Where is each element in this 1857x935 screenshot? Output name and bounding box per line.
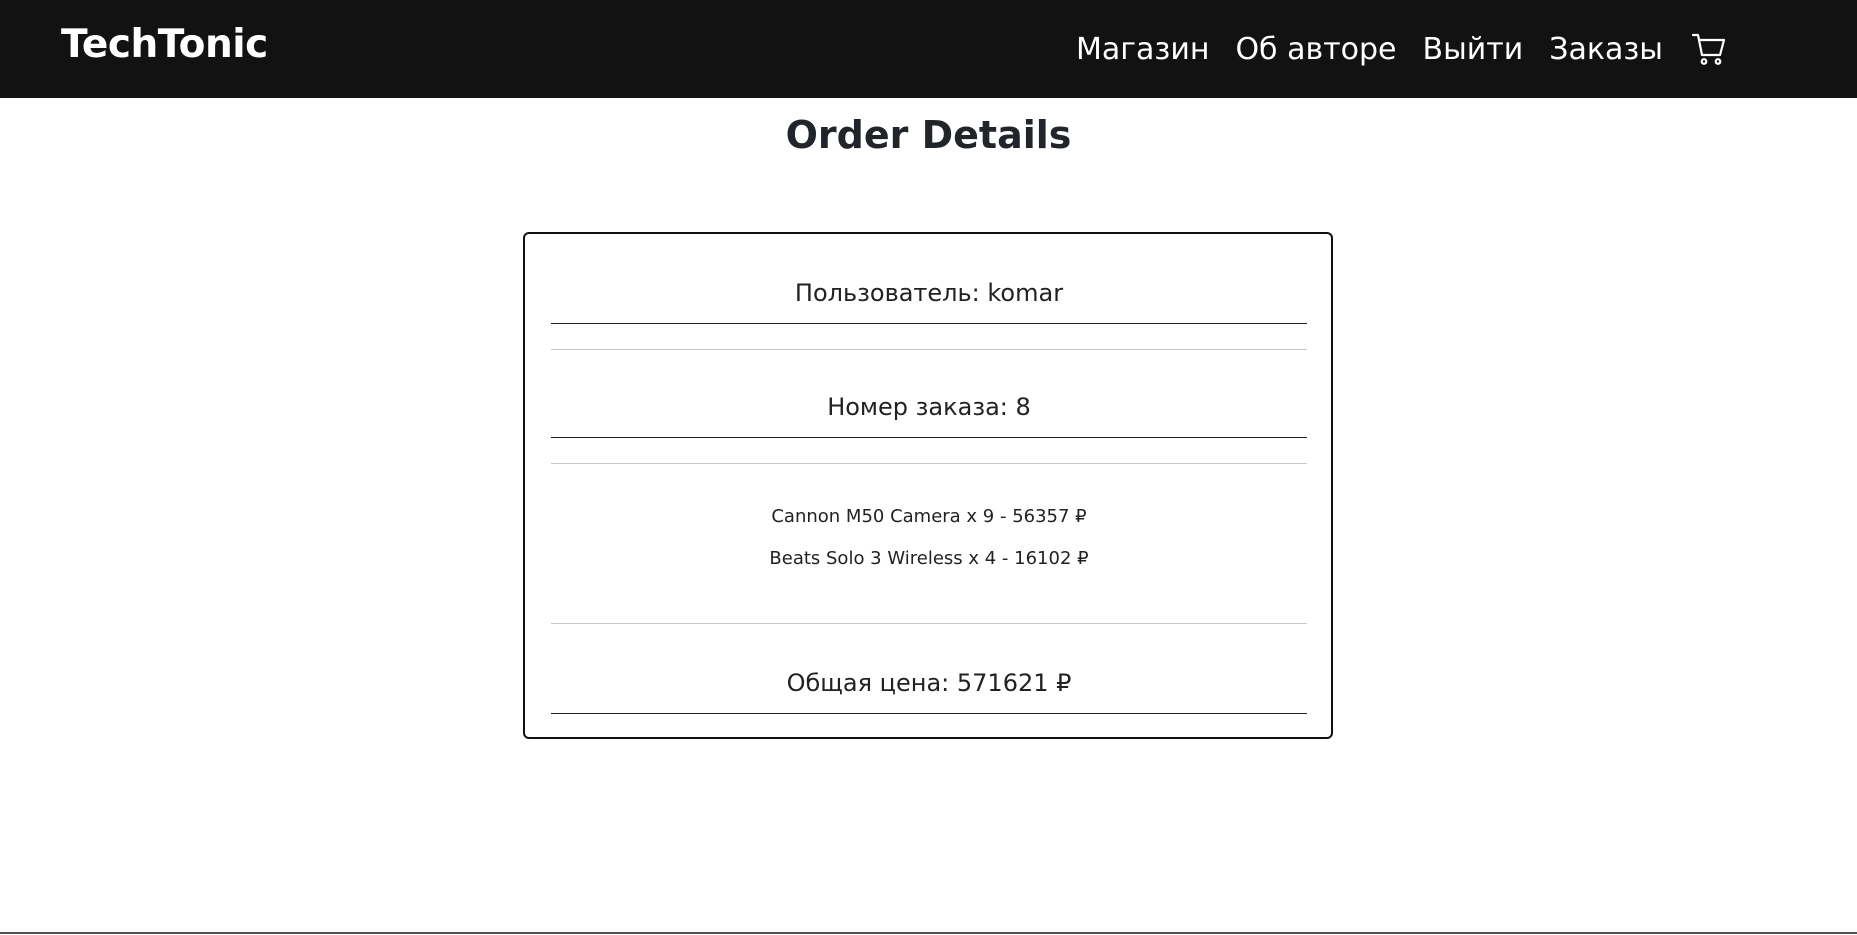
order-user: Пользователь: komar bbox=[794, 279, 1064, 307]
divider bbox=[551, 713, 1307, 714]
nav-link-logout[interactable]: Выйти bbox=[1422, 32, 1523, 67]
order-item: Cannon M50 Camera x 9 - 56357 ₽ bbox=[771, 506, 1087, 527]
divider bbox=[551, 323, 1307, 324]
nav-link-about[interactable]: Об авторе bbox=[1235, 32, 1396, 67]
divider bbox=[551, 463, 1307, 464]
page-title: Order Details bbox=[785, 113, 1072, 157]
divider bbox=[551, 623, 1307, 624]
nav-link-orders[interactable]: Заказы bbox=[1549, 32, 1663, 67]
divider bbox=[551, 349, 1307, 350]
order-item: Beats Solo 3 Wireless x 4 - 16102 ₽ bbox=[769, 548, 1089, 569]
divider bbox=[551, 437, 1307, 438]
nav-links: Магазин Об авторе Выйти Заказы bbox=[1076, 0, 1727, 98]
order-number: Номер заказа: 8 bbox=[827, 393, 1031, 421]
brand-logo[interactable]: TechTonic bbox=[61, 22, 268, 67]
cart-icon[interactable] bbox=[1691, 31, 1727, 67]
order-total: Общая цена: 571621 ₽ bbox=[786, 669, 1072, 697]
page-bottom-border bbox=[0, 932, 1857, 934]
nav-link-shop[interactable]: Магазин bbox=[1076, 32, 1209, 67]
navbar: TechTonic Магазин Об авторе Выйти Заказы bbox=[0, 0, 1857, 98]
order-details-card: Пользователь: komar Номер заказа: 8 Cann… bbox=[523, 232, 1333, 739]
